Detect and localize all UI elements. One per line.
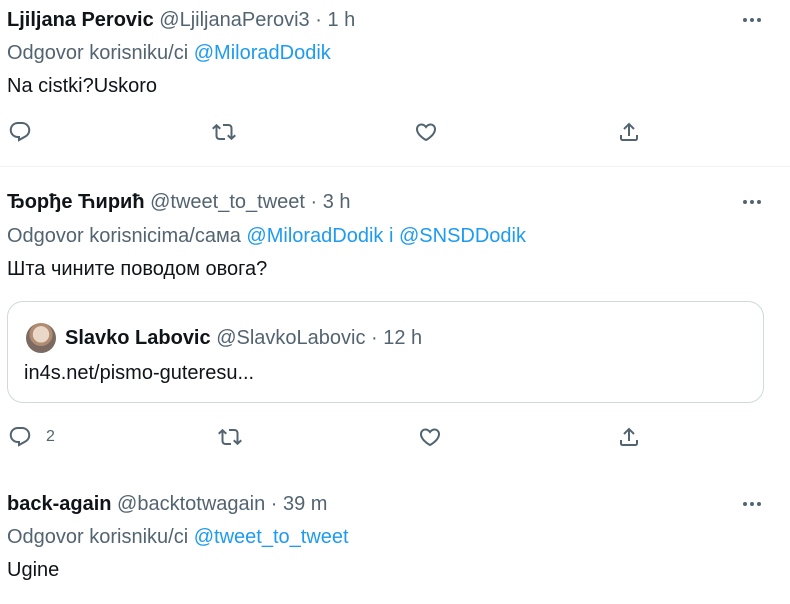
share-icon	[620, 427, 638, 446]
reply-join: i	[383, 225, 399, 247]
quoted-tweet-header: Slavko Labovic @SlavkoLabovic · 12 h	[26, 323, 422, 353]
reply-context: Odgovor korisniku/ci @tweet_to_tweet	[7, 525, 349, 549]
tweet-text: Ugine	[7, 559, 60, 581]
reply-prefix: Odgovor korisniku/ci	[7, 526, 194, 548]
quoted-timestamp: · 12 h	[371, 327, 423, 349]
mention-link[interactable]: @SNSDDodik	[399, 225, 526, 247]
retweet-icon	[212, 123, 236, 141]
reply-prefix: Odgovor korisniku/ci	[7, 42, 194, 64]
reply-context: Odgovor korisniku/ci @MiloradDodik	[7, 41, 331, 65]
quoted-author-handle: @SlavkoLabovic	[216, 327, 366, 349]
tweet-text: Шта чините поводом овога?	[7, 258, 268, 280]
tweet[interactable]: back-again @backtotwagain · 39 m Odgovor…	[0, 470, 790, 604]
mention-link[interactable]: @MiloradDodik	[194, 42, 331, 64]
tweet-actions	[0, 117, 790, 147]
avatar[interactable]	[26, 323, 56, 353]
reply-button[interactable]	[8, 117, 32, 147]
timestamp[interactable]: · 3 h	[311, 191, 351, 213]
quoted-author-name: Slavko Labovic	[65, 327, 211, 349]
more-icon[interactable]	[740, 492, 764, 516]
reply-context: Odgovor korisnicima/сама @MiloradDodik i…	[7, 224, 526, 248]
like-button[interactable]	[414, 117, 438, 147]
share-button[interactable]	[617, 117, 641, 147]
retweet-icon	[218, 428, 242, 446]
mention-link[interactable]: @MiloradDodik	[246, 225, 383, 247]
author-name[interactable]: Ђорђе Ћирић	[7, 191, 145, 213]
like-button[interactable]	[418, 422, 442, 452]
like-icon	[415, 123, 437, 142]
author-handle[interactable]: @backtotwagain	[117, 493, 265, 515]
tweet-text: Na cistki?Uskoro	[7, 75, 158, 97]
tweet-header: back-again @backtotwagain · 39 m	[7, 492, 327, 516]
retweet-button[interactable]	[218, 422, 242, 452]
tweet-header: Ljiljana Perovic @LjiljanaPerovi3 · 1 h	[7, 8, 355, 32]
like-icon	[419, 428, 441, 447]
author-handle[interactable]: @LjiljanaPerovi3	[159, 9, 309, 31]
share-button[interactable]	[617, 422, 641, 452]
author-handle[interactable]: @tweet_to_tweet	[150, 191, 305, 213]
tweet[interactable]: Ljiljana Perovic @LjiljanaPerovi3 · 1 h …	[0, 0, 790, 166]
retweet-button[interactable]	[212, 117, 236, 147]
reply-icon	[9, 427, 31, 447]
quoted-tweet-text: in4s.net/pismo-guteresu...	[24, 362, 255, 384]
more-icon[interactable]	[740, 8, 764, 32]
tweet-actions: 2	[0, 422, 790, 452]
reply-prefix: Odgovor korisnicima/сама	[7, 225, 247, 247]
author-name[interactable]: Ljiljana Perovic	[7, 9, 154, 31]
timestamp[interactable]: · 39 m	[271, 493, 328, 515]
share-icon	[620, 122, 638, 141]
reply-icon	[9, 122, 31, 142]
reply-count: 2	[46, 428, 55, 445]
reply-button[interactable]: 2	[8, 422, 55, 452]
tweet-header: Ђорђе Ћирић @tweet_to_tweet · 3 h	[7, 190, 351, 214]
quoted-tweet[interactable]: Slavko Labovic @SlavkoLabovic · 12 h in4…	[7, 301, 764, 403]
more-icon[interactable]	[740, 190, 764, 214]
author-name[interactable]: back-again	[7, 493, 111, 515]
mention-link[interactable]: @tweet_to_tweet	[194, 526, 349, 548]
timestamp[interactable]: · 1 h	[315, 9, 355, 31]
